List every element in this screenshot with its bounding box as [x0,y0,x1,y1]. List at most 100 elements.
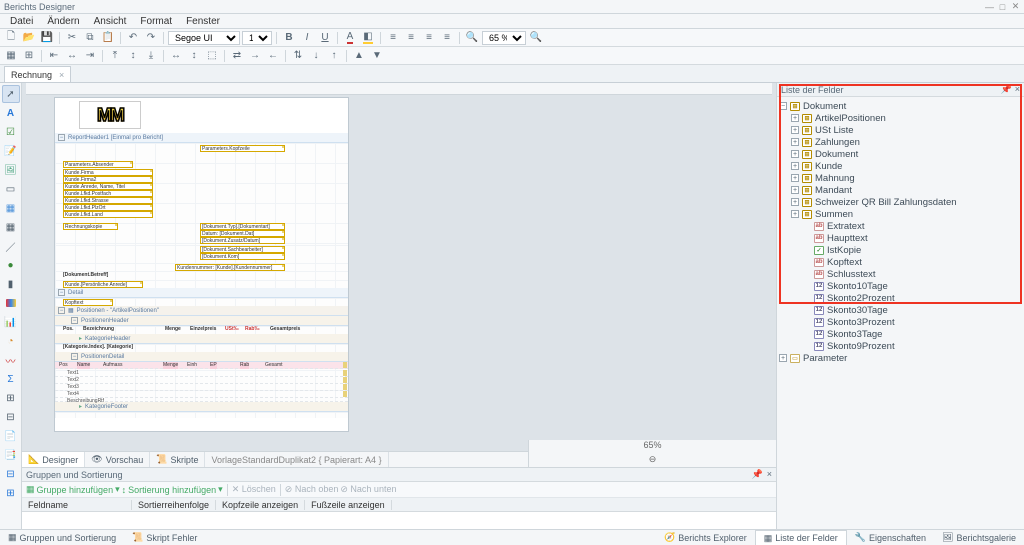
field-text4[interactable]: Text4 [67,391,79,397]
tree-table[interactable]: Kunde [815,161,842,172]
field-kategorie-index[interactable]: [Kategorie.Index]. [Kategorie] [63,344,133,351]
expand-icon[interactable]: + [791,174,799,182]
band-kategorie-header[interactable]: KategorieHeader [55,334,348,344]
logo-image[interactable]: MM [79,101,141,129]
field-datum[interactable]: Datum: [Dokument.Dat] [200,230,285,237]
vspace-dec-icon[interactable]: ↑ [326,49,342,63]
tree-table[interactable]: ArtikelPositionen [815,113,886,124]
zoomout-icon[interactable]: 🔍 [464,31,480,45]
band-detail[interactable]: − Detail [55,288,348,298]
align-middles-icon[interactable]: ↕ [125,49,141,63]
expand-icon[interactable]: + [791,126,799,134]
panel-tool-icon[interactable]: ▭ [2,180,20,198]
snap-icon[interactable]: ⊞ [21,49,37,63]
field-einh[interactable]: Einh [187,362,197,369]
tree-field[interactable]: Skonto3Tage [827,329,882,340]
cut-icon[interactable]: ✂ [64,31,80,45]
align-center-icon[interactable]: ≡ [403,31,419,45]
zip-tool-icon[interactable] [2,294,20,312]
field-rab[interactable]: Rab [240,362,249,369]
menu-format[interactable]: Format [134,15,178,28]
send-back-icon[interactable]: ▼ [369,49,385,63]
field-aufmass[interactable]: Aufmass [103,362,122,369]
same-height-icon[interactable]: ↕ [186,49,202,63]
tab-field-list[interactable]: ▦ Liste der Felder [755,530,847,545]
sparkline-tool-icon[interactable]: 〰 [2,351,20,369]
expand-icon[interactable]: + [791,114,799,122]
vspace-equal-icon[interactable]: ⇅ [290,49,306,63]
field-kom[interactable]: [Dokument.Kom] [200,253,285,260]
expand-icon[interactable]: + [791,198,799,206]
expand-icon[interactable]: + [791,186,799,194]
align-justify-icon[interactable]: ≡ [439,31,455,45]
field-menge[interactable]: Menge [163,362,178,369]
field-text3[interactable]: Text3 [67,384,79,390]
font-select[interactable]: Segoe UI [168,31,240,45]
tree-table[interactable]: Dokument [815,149,858,160]
tree-field[interactable]: Kopftext [827,257,862,268]
tree-table[interactable]: Zahlungen [815,137,860,148]
band-positionen-header[interactable]: − PositionenHeader [55,316,348,326]
richtext-tool-icon[interactable]: 📝 [2,142,20,160]
sum-tool-icon[interactable]: Σ [2,370,20,388]
col-header[interactable]: Kopfzeile anzeigen [216,500,305,510]
redo-icon[interactable]: ↷ [143,31,159,45]
hspace-dec-icon[interactable]: ← [265,49,281,63]
collapse-icon[interactable]: − [58,289,65,296]
add-sort-button[interactable]: ↕ Sortierung hinzufügen ▾ [122,484,223,495]
expand-icon[interactable]: + [791,138,799,146]
collapse-icon[interactable]: − [58,134,65,141]
field-knr[interactable]: Kundennummer: [Kunde].[Kundennummer] [175,264,285,271]
pivot-tool-icon[interactable]: ⊞ [2,389,20,407]
design-canvas[interactable]: MM − ReportHeader1 [Einmal pro Bericht] … [22,95,776,451]
tree-parameter[interactable]: Parameter [803,353,847,364]
field-kunde-firma2[interactable]: Kunde.Firma2 [63,176,153,183]
maximize-icon[interactable]: □ [998,2,1007,11]
tab-report-gallery[interactable]: 🖼 Berichtsgalerie [934,530,1024,545]
fontcolor-button[interactable]: A [342,31,358,45]
pointer-tool-icon[interactable]: ➚ [2,85,20,103]
line-tool-icon[interactable]: ／ [2,237,20,255]
panel-pin-icon[interactable]: 📌 [1001,84,1012,95]
picture-tool-icon[interactable]: 🖼 [2,161,20,179]
italic-button[interactable]: I [299,31,315,45]
hspace-inc-icon[interactable]: → [247,49,263,63]
expand-icon[interactable]: + [791,150,799,158]
field-tree[interactable]: −Dokument +ArtikelPositionen+USt Liste+Z… [777,97,1024,529]
align-right-icon[interactable]: ≡ [421,31,437,45]
tree-root[interactable]: Dokument [803,101,846,112]
barcode-tool-icon[interactable]: ▮ [2,275,20,293]
tab-properties[interactable]: 🔧 Eigenschaften [847,530,934,545]
field-text2[interactable]: Text2 [67,377,79,383]
tree-field[interactable]: Skonto10Tage [827,281,888,292]
new-icon[interactable]: 🗋 [3,31,19,45]
vspace-inc-icon[interactable]: ↓ [308,49,324,63]
menu-datei[interactable]: Datei [4,15,39,28]
copy-icon[interactable]: ⧉ [82,31,98,45]
field-doktyp[interactable]: [Dokument.Typ].[Dokumentart] [200,223,285,230]
same-width-icon[interactable]: ↔ [168,49,184,63]
align-bottoms-icon[interactable]: ⤓ [143,49,159,63]
crossband-tool-icon[interactable]: ⊞ [2,484,20,502]
tree-table[interactable]: Summen [815,209,853,220]
grid-toggle-icon[interactable]: ▦ [3,49,19,63]
subreport-tool-icon[interactable]: 📄 [2,427,20,445]
same-size-icon[interactable]: ⬚ [204,49,220,63]
expand-icon[interactable]: + [779,354,787,362]
tree-table[interactable]: Mahnung [815,173,855,184]
field-pos[interactable]: Pos [59,362,68,369]
align-lefts-icon[interactable]: ⇤ [46,49,62,63]
tree-field[interactable]: Skonto2Prozent [827,293,895,304]
table-tool-icon[interactable]: ▦ [2,199,20,217]
field-beschreibung[interactable]: BeschreibungRtf [67,398,104,404]
undo-icon[interactable]: ↶ [125,31,141,45]
field-betreff[interactable]: [Dokument.Betreff] [63,272,108,279]
minimize-icon[interactable]: — [985,2,994,11]
field-kunde-land[interactable]: Kunde.Lfkd.Land [63,211,153,218]
tree-field[interactable]: IstKopie [827,245,861,256]
col-sortorder[interactable]: Sortierreihenfolge [132,500,216,510]
tree-table[interactable]: USt Liste [815,125,854,136]
field-kunde-name[interactable]: Kunde.Anrede, Name, Titel [63,183,153,190]
bring-front-icon[interactable]: ▲ [351,49,367,63]
tree-table[interactable]: Mandant [815,185,852,196]
